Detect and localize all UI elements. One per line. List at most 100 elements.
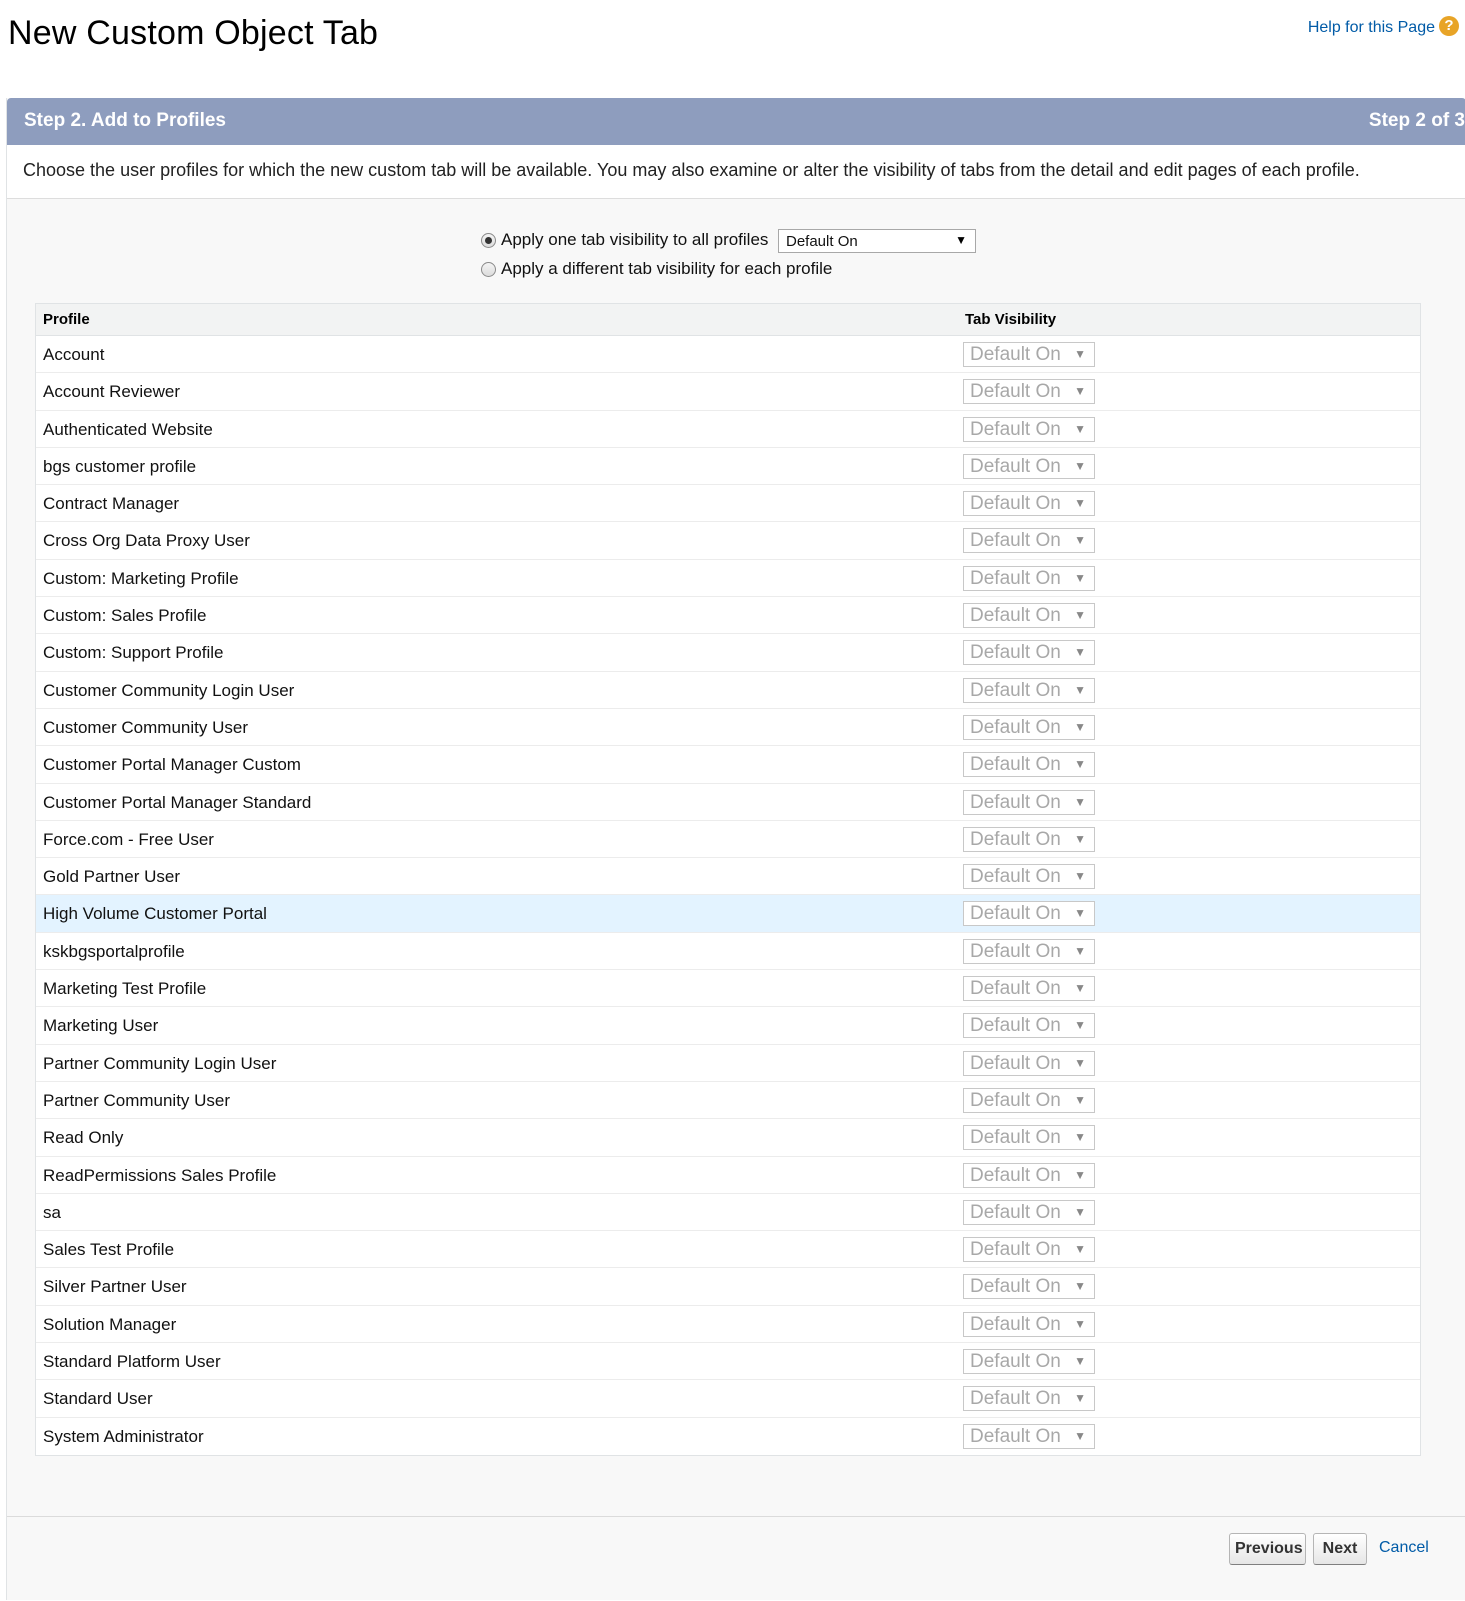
- tab-visibility-select[interactable]: Default On ▼: [963, 342, 1095, 367]
- tab-visibility-select[interactable]: Default On ▼: [963, 1311, 1095, 1337]
- tab-visibility-select[interactable]: Default On ▼: [963, 640, 1095, 666]
- tab-visibility-select[interactable]: Default On ▼: [963, 789, 1095, 815]
- table-row: Customer Portal Manager Standard Default …: [36, 784, 1420, 821]
- tab-visibility-select[interactable]: Default On ▼: [963, 1386, 1095, 1412]
- tab-visibility-value: Default On: [970, 455, 1061, 477]
- chevron-down-icon: ▼: [1074, 533, 1086, 548]
- chevron-down-icon: ▼: [1074, 682, 1086, 697]
- tab-visibility-select[interactable]: Default On ▼: [963, 826, 1095, 852]
- chevron-down-icon: ▼: [1074, 1279, 1086, 1294]
- help-icon[interactable]: ?: [1439, 16, 1459, 36]
- apply-each-radio[interactable]: [481, 261, 496, 277]
- apply-all-radio[interactable]: [481, 232, 496, 248]
- table-row: Customer Portal Manager Custom Default On…: [36, 746, 1420, 784]
- tab-visibility-select[interactable]: Default On ▼: [963, 1125, 1095, 1151]
- tab-visibility-select[interactable]: Default On ▼: [963, 864, 1095, 890]
- table-row: Custom: Marketing Profile Default On ▼: [36, 560, 1420, 598]
- tab-visibility-select[interactable]: Default On ▼: [963, 1423, 1095, 1449]
- profile-name: Force.com - Free User: [43, 829, 214, 849]
- profile-name: Customer Community Login User: [43, 680, 295, 700]
- profile-name: Standard User: [43, 1389, 153, 1409]
- tab-visibility-select[interactable]: Default On ▼: [963, 1274, 1095, 1300]
- tab-visibility-value: Default On: [970, 381, 1061, 403]
- tab-visibility-select[interactable]: Default On ▼: [963, 938, 1095, 964]
- tab-visibility-value: Default On: [970, 1201, 1061, 1223]
- tab-visibility-value: Default On: [970, 903, 1061, 925]
- previous-button[interactable]: Previous: [1229, 1533, 1306, 1565]
- tab-visibility-value: Default On: [970, 716, 1061, 738]
- profile-name: Authenticated Website: [43, 419, 213, 439]
- profile-name: Marketing Test Profile: [43, 979, 207, 999]
- tab-visibility-value: Default On: [970, 1127, 1061, 1149]
- tab-visibility-value: Default On: [970, 1425, 1061, 1447]
- table-row: Cross Org Data Proxy User Default On ▼: [36, 522, 1420, 560]
- tab-visibility-value: Default On: [970, 679, 1061, 701]
- tab-visibility-value: Default On: [970, 1015, 1061, 1037]
- tab-visibility-select[interactable]: Default On ▼: [963, 453, 1095, 479]
- tab-visibility-select[interactable]: Default On ▼: [963, 976, 1095, 1002]
- tab-visibility-value: Default On: [970, 791, 1061, 813]
- tab-visibility-select[interactable]: Default On ▼: [963, 603, 1095, 629]
- tab-visibility-select[interactable]: Default On ▼: [963, 491, 1095, 517]
- step-panel: Step 2. Add to Profiles Step 2 of 3 Choo…: [6, 98, 1465, 1600]
- table-row: Gold Partner User Default On ▼: [36, 858, 1420, 896]
- chevron-down-icon: ▼: [1074, 869, 1086, 884]
- table-row: Partner Community Login User Default On ▼: [36, 1045, 1420, 1082]
- chevron-down-icon: ▼: [1074, 981, 1086, 996]
- chevron-down-icon: ▼: [1074, 1204, 1086, 1219]
- tab-visibility-select[interactable]: Default On ▼: [963, 1199, 1095, 1225]
- tab-visibility-select[interactable]: Default On ▼: [963, 1050, 1095, 1076]
- profile-name: Sales Test Profile: [43, 1240, 175, 1260]
- tab-visibility-select[interactable]: Default On ▼: [963, 379, 1095, 405]
- chevron-down-icon: ▼: [1074, 384, 1086, 399]
- profile-name: Custom: Sales Profile: [43, 606, 207, 626]
- chevron-down-icon: ▼: [1074, 421, 1086, 436]
- profile-name: Partner Community Login User: [43, 1053, 277, 1073]
- global-visibility-value: Default On: [786, 233, 858, 250]
- tab-visibility-select[interactable]: Default On ▼: [963, 1349, 1095, 1375]
- next-button[interactable]: Next: [1313, 1533, 1367, 1565]
- tab-visibility-value: Default On: [970, 1052, 1061, 1074]
- table-row: Account Default On ▼: [36, 336, 1420, 374]
- tab-visibility-select[interactable]: Default On ▼: [963, 677, 1095, 703]
- apply-each-option[interactable]: Apply a different tab visibility for eac…: [481, 259, 832, 279]
- profile-name: sa: [43, 1202, 61, 1222]
- tab-visibility-value: Default On: [970, 1089, 1061, 1111]
- profile-name: Customer Portal Manager Standard: [43, 792, 312, 812]
- profile-name: Gold Partner User: [43, 867, 180, 887]
- chevron-down-icon: ▼: [1074, 1092, 1086, 1107]
- tab-visibility-select[interactable]: Default On ▼: [963, 1013, 1095, 1039]
- tab-visibility-select[interactable]: Default On ▼: [963, 416, 1095, 442]
- tab-visibility-select[interactable]: Default On ▼: [963, 1162, 1095, 1188]
- profile-name: kskbgsportalprofile: [43, 941, 185, 961]
- tab-visibility-select[interactable]: Default On ▼: [963, 714, 1095, 740]
- table-row: Force.com - Free User Default On ▼: [36, 821, 1420, 859]
- tab-visibility-value: Default On: [970, 1313, 1061, 1335]
- tab-visibility-value: Default On: [970, 642, 1061, 664]
- global-visibility-select[interactable]: Default On ▼: [778, 229, 976, 253]
- profile-name: bgs customer profile: [43, 456, 197, 476]
- apply-all-option[interactable]: Apply one tab visibility to all profiles: [481, 230, 768, 250]
- table-row: Custom: Sales Profile Default On ▼: [36, 597, 1420, 635]
- table-row: bgs customer profile Default On ▼: [36, 448, 1420, 486]
- profile-name: Account: [43, 345, 105, 364]
- table-row: Standard Platform User Default On ▼: [36, 1343, 1420, 1381]
- chevron-down-icon: ▼: [1074, 943, 1086, 958]
- chevron-down-icon: ▼: [955, 233, 967, 247]
- cancel-link[interactable]: Cancel: [1379, 1539, 1429, 1557]
- table-row: System Administrator Default On ▼: [36, 1418, 1420, 1455]
- tab-visibility-select[interactable]: Default On ▼: [963, 1087, 1095, 1113]
- tab-visibility-select[interactable]: Default On ▼: [963, 1237, 1095, 1263]
- tab-visibility-select[interactable]: Default On ▼: [963, 528, 1095, 554]
- table-row: ReadPermissions Sales Profile Default On ▼: [36, 1157, 1420, 1194]
- tab-visibility-value: Default On: [970, 418, 1061, 440]
- tab-visibility-select[interactable]: Default On ▼: [963, 752, 1095, 778]
- help-link[interactable]: Help for this Page: [1308, 19, 1435, 37]
- chevron-down-icon: ▼: [1074, 1428, 1086, 1443]
- profile-name: Marketing User: [43, 1016, 159, 1036]
- tab-visibility-value: Default On: [970, 828, 1061, 850]
- profile-name: System Administrator: [43, 1426, 204, 1446]
- table-row: Standard User Default On ▼: [36, 1380, 1420, 1418]
- tab-visibility-select[interactable]: Default On ▼: [963, 901, 1095, 927]
- tab-visibility-select[interactable]: Default On ▼: [963, 565, 1095, 591]
